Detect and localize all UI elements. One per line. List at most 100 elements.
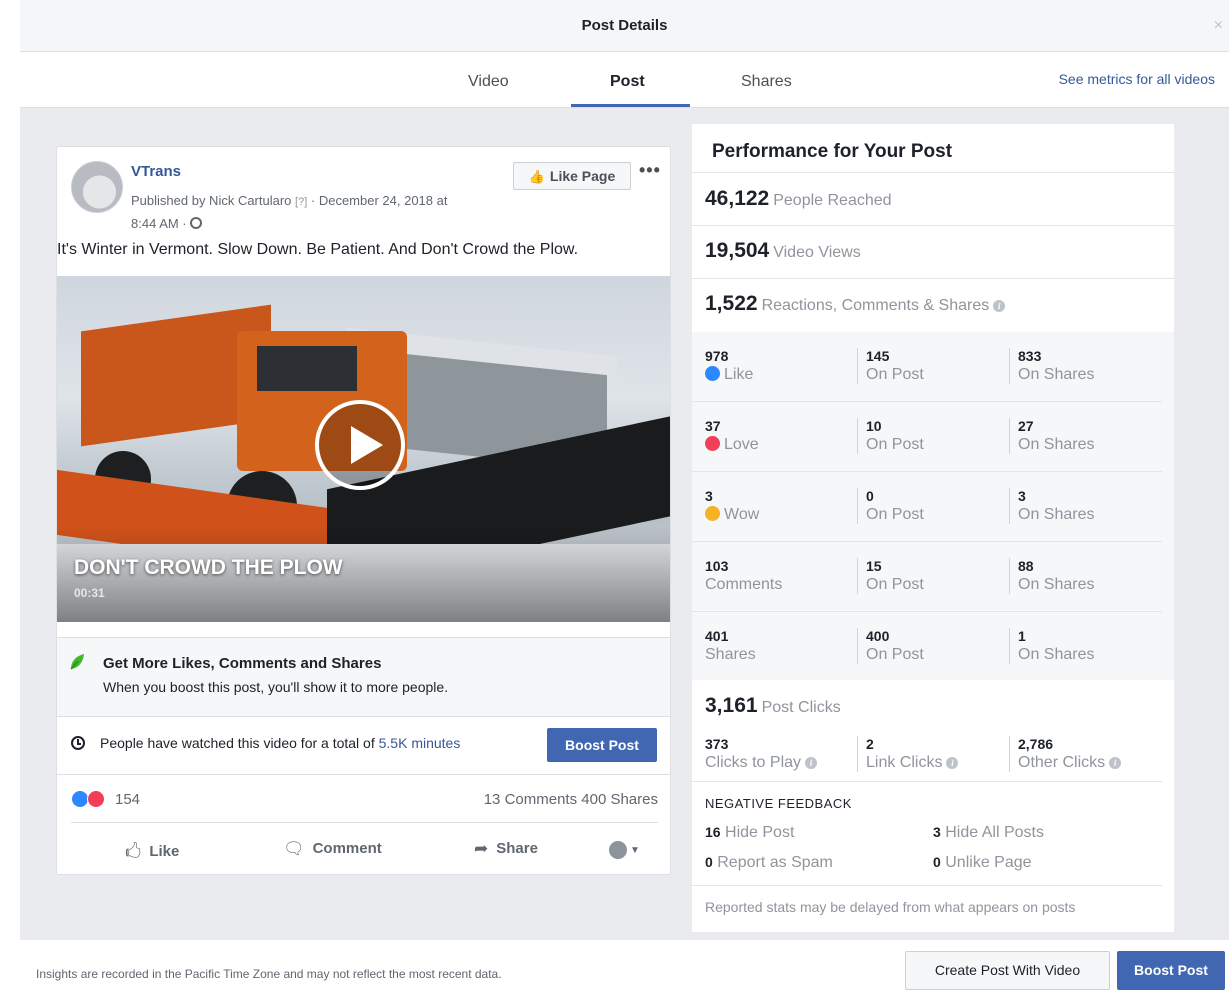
other-clicks-text: Other Clicks: [1018, 754, 1106, 771]
love-on-post: 10 On Post: [857, 418, 924, 454]
page-name-link[interactable]: VTrans: [131, 163, 181, 180]
shares-on-post-value: 400: [866, 628, 890, 644]
post-actions: 🖒 Like 🗨 Comment ➦ Share ▼: [57, 827, 670, 871]
share-icon: ➦: [474, 839, 489, 858]
love-total-label: Love: [705, 436, 759, 454]
watch-time-label: People have watched this video for a tot…: [100, 735, 375, 751]
like-action-button[interactable]: 🖒 Like: [125, 839, 179, 868]
other-clicks: 2,786 Other Clicks i: [1009, 736, 1122, 772]
reaction-count[interactable]: 154: [115, 791, 140, 808]
watch-time-row: People have watched this video for a tot…: [57, 717, 670, 775]
clock-icon: [71, 736, 85, 750]
comments-on-shares: 88 On Shares: [1009, 558, 1094, 594]
like-icon: [705, 366, 720, 381]
timezone-note: Insights are recorded in the Pacific Tim…: [36, 967, 502, 981]
dialog-header: Post Details ×: [20, 0, 1229, 52]
wow-on-shares-value: 3: [1018, 488, 1026, 504]
clicks-to-play-label: Clicks to Play i: [705, 754, 818, 772]
post-caption: It's Winter in Vermont. Slow Down. Be Pa…: [57, 241, 579, 258]
boost-post-button[interactable]: Boost Post: [1117, 951, 1225, 990]
love-reaction-icon[interactable]: [87, 790, 105, 808]
leaf-icon: [70, 654, 84, 670]
video-duration: 00:31: [74, 586, 105, 600]
page-avatar[interactable]: [71, 161, 123, 213]
video-scene-window: [257, 346, 357, 391]
tab-video[interactable]: Video: [468, 73, 509, 91]
info-icon[interactable]: i: [946, 757, 959, 769]
info-icon[interactable]: i: [993, 300, 1006, 312]
published-date: · December 24, 2018 at: [310, 193, 448, 208]
shares-count-link[interactable]: 400 Shares: [581, 791, 658, 808]
comment-icon: 🗨: [283, 839, 305, 858]
info-icon[interactable]: i: [805, 757, 818, 769]
hide-all-posts-value: 3: [933, 824, 941, 840]
report-spam-stat: 0 Report as Spam: [705, 854, 833, 872]
watch-time-text: People have watched this video for a tot…: [100, 735, 460, 751]
like-total-value: 978: [705, 348, 729, 364]
unlike-page-value: 0: [933, 854, 941, 870]
divider: [692, 172, 1174, 173]
video-views-value: 19,504: [705, 239, 770, 262]
more-options-icon[interactable]: •••: [639, 160, 661, 181]
link-clicks-label: Link Clicks i: [866, 754, 959, 772]
published-info: Published by Nick Cartularo [?] · Decemb…: [131, 190, 511, 235]
love-icon: [705, 436, 720, 451]
see-metrics-link[interactable]: See metrics for all videos: [1059, 71, 1215, 87]
divider: [692, 885, 1162, 886]
breakdown-row-comments: 103 Comments 15 On Post 88 On Shares: [692, 542, 1162, 612]
shares-label: Shares: [705, 646, 756, 663]
hide-post-stat: 16 Hide Post: [705, 824, 794, 842]
actor-selector[interactable]: ▼: [609, 841, 640, 859]
unlike-page-stat: 0 Unlike Page: [933, 854, 1032, 872]
engagement-breakdown: 978 Like 145 On Post 833 On Shares 37 Love 1…: [692, 332, 1174, 680]
tab-shares[interactable]: Shares: [741, 73, 792, 91]
published-by: Published by Nick Cartularo: [131, 193, 292, 208]
people-reached-value: 46,122: [705, 187, 770, 210]
performance-panel: Performance for Your Post 46,122 People R…: [692, 124, 1174, 932]
like-page-button[interactable]: 👍 Like Page: [513, 162, 631, 190]
video-views: 19,504 Video Views: [705, 239, 861, 263]
published-help[interactable]: [?]: [295, 196, 307, 208]
report-spam-label: Report as Spam: [717, 854, 833, 871]
other-clicks-label: Other Clicks i: [1018, 754, 1122, 772]
performance-title: Performance for Your Post: [712, 141, 953, 162]
report-spam-value: 0: [705, 854, 713, 870]
chevron-down-icon: ▼: [630, 844, 640, 856]
comments-count-link[interactable]: 13 Comments: [484, 791, 577, 808]
wow-total-label: Wow: [705, 506, 759, 524]
share-action-button[interactable]: ➦ Share: [474, 839, 538, 859]
comments-on-post-value: 15: [866, 558, 882, 574]
engagement-label: Reactions, Comments & Shares: [761, 297, 990, 314]
wow-icon: [705, 506, 720, 521]
comment-action-button[interactable]: 🗨 Comment: [283, 839, 382, 859]
wow-on-shares: 3 On Shares: [1009, 488, 1094, 524]
boost-tip-title: Get More Likes, Comments and Shares: [103, 655, 382, 672]
boost-post-button-card[interactable]: Boost Post: [547, 728, 657, 762]
video-player[interactable]: DON'T CROWD THE PLOW 00:31: [57, 276, 670, 622]
other-clicks-value: 2,786: [1018, 736, 1054, 752]
on-post-label: On Post: [866, 436, 924, 453]
love-on-shares-value: 27: [1018, 418, 1034, 434]
love-total: 37 Love: [705, 418, 759, 454]
create-post-with-video-button[interactable]: Create Post With Video: [905, 951, 1110, 990]
video-overlay-title: DON'T CROWD THE PLOW: [74, 556, 343, 579]
globe-icon: [189, 217, 202, 229]
comments-shares-count: 13 Comments 400 Shares: [484, 791, 658, 808]
on-post-label: On Post: [866, 506, 924, 523]
on-shares-label: On Shares: [1018, 646, 1095, 663]
info-icon[interactable]: i: [1109, 757, 1122, 769]
clicks-to-play: 373 Clicks to Play i: [705, 736, 818, 772]
clicks-to-play-value: 373: [705, 736, 729, 752]
divider: [692, 278, 1174, 279]
comments-total-value: 103: [705, 558, 729, 574]
tab-post[interactable]: Post: [610, 73, 645, 91]
play-button[interactable]: [315, 400, 405, 490]
love-on-shares: 27 On Shares: [1009, 418, 1094, 454]
wow-on-post-value: 0: [866, 488, 874, 504]
tab-bar: Video Post Shares See metrics for all vi…: [20, 52, 1229, 108]
close-icon[interactable]: ×: [1214, 17, 1223, 35]
like-total-label: Like: [705, 366, 753, 384]
on-shares-label: On Shares: [1018, 436, 1095, 453]
engagement-value: 1,522: [705, 292, 758, 315]
watch-minutes-link[interactable]: 5.5K minutes: [379, 735, 461, 751]
